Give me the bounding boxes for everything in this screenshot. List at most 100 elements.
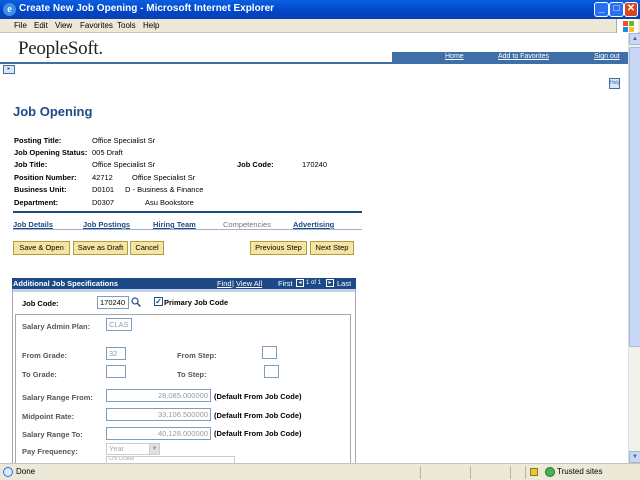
view-all-link[interactable]: View All	[236, 279, 262, 288]
to-step-input[interactable]	[264, 365, 279, 378]
primary-job-code-label: Primary Job Code	[164, 298, 229, 307]
next-step-button[interactable]: Next Step	[310, 241, 354, 255]
position-number-value: 42712	[92, 173, 113, 182]
section-divider	[13, 211, 362, 213]
find-link[interactable]: Find	[217, 279, 232, 288]
department-description: Asu Bookstore	[145, 198, 194, 207]
chevron-down-icon: ▼	[149, 444, 159, 454]
department-label: Department:	[14, 198, 59, 207]
job-code-label: Job Code:	[237, 160, 274, 169]
job-code-field-label: Job Code:	[22, 299, 59, 308]
job-title-value: Office Specialist Sr	[92, 160, 156, 169]
currency-value: US Dollar	[109, 456, 135, 462]
salary-range-from-input[interactable]: 28,085.000000	[106, 389, 211, 402]
business-unit-code: D0101	[92, 185, 115, 194]
security-zone-text: Trusted sites	[557, 467, 603, 476]
internet-explorer-icon: e	[3, 3, 16, 16]
last-link[interactable]: Last	[337, 279, 351, 288]
status-bar: Done Trusted sites	[0, 463, 640, 480]
from-grade-label: From Grade:	[22, 351, 68, 360]
tab-advertising[interactable]: Advertising	[293, 220, 334, 229]
position-description: Office Specialist Sr	[132, 173, 196, 182]
peoplesoft-logo: PeopleSoft.	[18, 38, 103, 59]
add-to-favorites-link[interactable]: Add to Favorites	[498, 53, 549, 60]
salary-range-from-label: Salary Range From:	[22, 393, 93, 402]
window-title: Create New Job Opening - Microsoft Inter…	[19, 3, 275, 14]
from-step-input[interactable]	[262, 346, 277, 359]
section-title: Additional Job Specifications	[13, 279, 119, 288]
sign-out-link[interactable]: Sign out	[594, 53, 620, 60]
maximize-button[interactable]: □	[609, 2, 624, 17]
tab-hiring-team[interactable]: Hiring Team	[153, 220, 196, 229]
tab-competencies: Competencies	[223, 220, 271, 229]
help-icon[interactable]: Help	[609, 78, 620, 89]
midpoint-rate-input[interactable]: 33,106.500000	[106, 408, 211, 421]
job-opening-status-value: 005 Draft	[92, 148, 123, 157]
job-title-label: Job Title:	[14, 160, 48, 169]
midpoint-rate-label: Midpoint Rate:	[22, 412, 75, 421]
job-opening-status-label: Job Opening Status:	[14, 148, 88, 157]
scroll-down-icon[interactable]: ▼	[629, 451, 640, 463]
status-text: Done	[16, 467, 36, 476]
job-code-input[interactable]: 170240	[97, 296, 129, 309]
next-row-icon[interactable]: ▸	[326, 279, 334, 287]
menu-tools[interactable]: Tools	[117, 21, 136, 30]
header-divider	[0, 62, 628, 64]
salary-admin-plan-input[interactable]: CLAS	[106, 318, 132, 331]
menu-favorites[interactable]: Favorites	[80, 21, 113, 30]
lookup-magnifier-icon[interactable]	[131, 297, 142, 309]
tab-job-postings[interactable]: Job Postings	[83, 220, 130, 229]
page-title: Job Opening	[13, 104, 93, 119]
menu-help[interactable]: Help	[143, 21, 159, 30]
to-grade-input[interactable]	[106, 365, 126, 378]
salary-range-to-note: (Default From Job Code)	[214, 429, 302, 438]
home-link[interactable]: Home	[445, 53, 464, 60]
salary-range-to-input[interactable]: 40,128.000000	[106, 427, 211, 440]
to-step-label: To Step:	[177, 370, 207, 379]
row-count: 1 of 1	[306, 280, 322, 286]
menu-bar: File Edit View Favorites Tools Help	[0, 19, 640, 33]
trusted-sites-icon	[545, 467, 555, 477]
previous-row-icon[interactable]: ◂	[296, 279, 304, 287]
salary-range-from-note: (Default From Job Code)	[214, 392, 302, 401]
peoplesoft-header: PeopleSoft. Home Add to Favorites Sign o…	[0, 33, 628, 64]
menu-edit[interactable]: Edit	[34, 21, 48, 30]
pay-frequency-label: Pay Frequency:	[22, 447, 78, 456]
window-title-bar[interactable]: e Create New Job Opening - Microsoft Int…	[0, 0, 640, 19]
salary-admin-plan-label: Salary Admin Plan:	[22, 322, 91, 331]
minimize-button[interactable]: _	[594, 2, 609, 17]
menu-file[interactable]: File	[14, 21, 27, 30]
vertical-scrollbar[interactable]: ▲ ▼	[628, 33, 640, 463]
from-step-label: From Step:	[177, 351, 217, 360]
job-code-value: 170240	[302, 160, 328, 169]
department-code: D0307	[92, 198, 115, 207]
position-number-label: Position Number:	[14, 173, 77, 182]
menu-view[interactable]: View	[55, 21, 72, 30]
posting-title-label: Posting Title:	[14, 136, 62, 145]
scroll-up-icon[interactable]: ▲	[629, 33, 640, 45]
midpoint-rate-note: (Default From Job Code)	[214, 411, 302, 420]
first-link[interactable]: First	[278, 279, 293, 288]
expand-menu-icon[interactable]: ▸	[3, 65, 15, 74]
windows-logo-icon	[616, 19, 638, 33]
pay-frequency-select[interactable]: Year ▼	[106, 443, 160, 455]
business-unit-label: Business Unit:	[14, 185, 67, 194]
lock-icon	[530, 468, 538, 476]
cancel-button[interactable]: Cancel	[130, 241, 164, 255]
tab-job-details[interactable]: Job Details	[13, 220, 53, 229]
to-grade-label: To Grade:	[22, 370, 57, 379]
save-and-open-button[interactable]: Save & Open	[13, 241, 70, 255]
close-button[interactable]: ✕	[624, 2, 638, 17]
salary-range-to-label: Salary Range To:	[22, 430, 83, 439]
page-done-icon	[3, 467, 13, 477]
business-unit-description: D - Business & Finance	[125, 185, 204, 194]
tab-underline	[13, 229, 362, 230]
save-as-draft-button[interactable]: Save as Draft	[73, 241, 128, 255]
additional-job-specs-header: Additional Job Specifications Find | Vie…	[12, 278, 356, 289]
posting-title-value: Office Specialist Sr	[92, 136, 156, 145]
scroll-thumb[interactable]	[629, 47, 640, 347]
primary-job-code-checkbox[interactable]: ✓	[154, 297, 163, 306]
from-grade-input[interactable]: 32	[106, 347, 126, 360]
pay-frequency-value: Year	[109, 444, 125, 453]
previous-step-button[interactable]: Previous Step	[250, 241, 307, 255]
